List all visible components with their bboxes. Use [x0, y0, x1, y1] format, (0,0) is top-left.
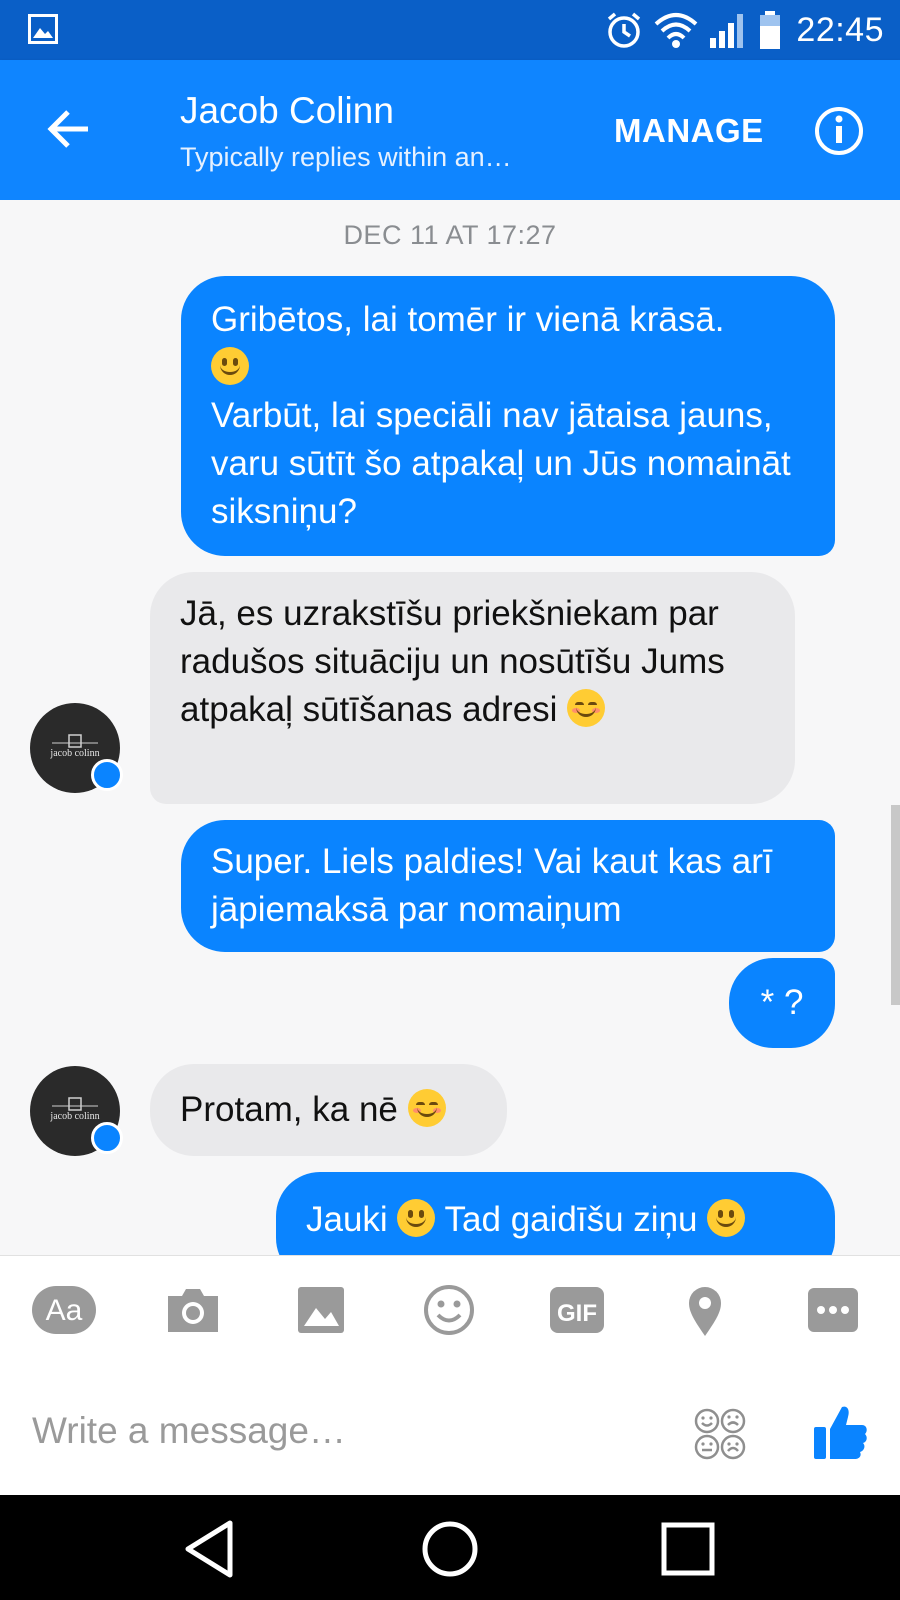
svg-text:Aa: Aa	[46, 1294, 83, 1327]
manage-button[interactable]: MANAGE	[614, 112, 764, 150]
smile-emoji-icon	[397, 1199, 436, 1237]
wifi-icon	[655, 13, 698, 48]
emoji-icon[interactable]	[416, 1282, 482, 1338]
blush-emoji-icon	[407, 1089, 446, 1127]
response-time-subtitle: Typically replies within an…	[180, 142, 512, 172]
message-text: Gribētos, lai tomēr ir vienā krāsā.	[211, 300, 725, 339]
message-thread[interactable]: DEC 11 AT 17:27 Gribētos, lai tomēr ir v…	[0, 200, 900, 1255]
message-text: * ?	[760, 983, 804, 1022]
info-icon[interactable]	[814, 106, 864, 156]
gallery-icon	[28, 14, 58, 44]
contact-name[interactable]: Jacob Colinn	[180, 90, 394, 132]
status-bar: 22:45	[0, 0, 900, 60]
contact-avatar[interactable]: jacob colinn	[30, 703, 123, 793]
composer-toolbar: Aa GIF	[0, 1255, 900, 1366]
back-nav-icon[interactable]	[180, 1517, 244, 1581]
message-text: Jauki	[306, 1200, 388, 1239]
conversation-header: Jacob Colinn Typically replies within an…	[0, 60, 900, 200]
location-icon[interactable]	[672, 1282, 738, 1338]
message-text: Protam, ka nē	[180, 1090, 398, 1129]
message-composer	[0, 1365, 900, 1495]
image-icon[interactable]	[288, 1282, 354, 1338]
clock: 22:45	[796, 10, 884, 49]
text-format-icon[interactable]: Aa	[31, 1282, 97, 1338]
stickers-icon[interactable]	[693, 1407, 747, 1461]
scrollbar[interactable]	[891, 805, 900, 1005]
avatar-logo-text: jacob colinn	[49, 1111, 99, 1122]
date-stamp: DEC 11 AT 17:27	[343, 220, 557, 250]
gif-icon[interactable]: GIF	[544, 1282, 610, 1338]
outgoing-message[interactable]: Jauki Tad gaidīšu ziņu	[276, 1172, 835, 1255]
battery-icon	[760, 11, 781, 49]
message-text: Jā, es uzrakstīšu priekšniekam par raduš…	[180, 594, 725, 729]
alarm-icon	[608, 12, 641, 48]
message-text: Varbūt, lai speciāli nav jātaisa jauns, …	[211, 396, 791, 531]
message-input[interactable]	[30, 1405, 634, 1457]
camera-icon[interactable]	[160, 1282, 226, 1338]
incoming-message[interactable]: Protam, ka nē	[150, 1064, 507, 1156]
back-arrow-icon[interactable]	[44, 104, 94, 154]
home-nav-icon[interactable]	[418, 1517, 482, 1581]
blush-emoji-icon	[567, 689, 606, 727]
messenger-badge-icon	[91, 759, 123, 791]
signal-icon	[710, 14, 744, 48]
outgoing-message[interactable]: Super. Liels paldies! Vai kaut kas arī j…	[181, 820, 835, 952]
messenger-badge-icon	[91, 1122, 123, 1154]
message-text: Super. Liels paldies! Vai kaut kas arī j…	[211, 842, 773, 929]
outgoing-message[interactable]: Gribētos, lai tomēr ir vienā krāsā. Varb…	[181, 276, 835, 556]
more-icon[interactable]	[800, 1282, 866, 1338]
smile-emoji-icon	[707, 1199, 746, 1237]
smile-emoji-icon	[211, 347, 249, 385]
outgoing-message[interactable]: * ?	[729, 958, 835, 1048]
avatar-logo-text: jacob colinn	[49, 748, 99, 759]
status-icons: 22:45	[604, 8, 884, 52]
thumbs-up-icon[interactable]	[812, 1401, 868, 1463]
incoming-message[interactable]: Jā, es uzrakstīšu priekšniekam par raduš…	[150, 572, 795, 804]
contact-avatar[interactable]: jacob colinn	[30, 1066, 123, 1156]
message-text: Tad gaidīšu ziņu	[444, 1200, 698, 1239]
svg-text:GIF: GIF	[557, 1300, 597, 1327]
system-navigation-bar	[0, 1495, 900, 1600]
recents-nav-icon[interactable]	[656, 1517, 720, 1581]
